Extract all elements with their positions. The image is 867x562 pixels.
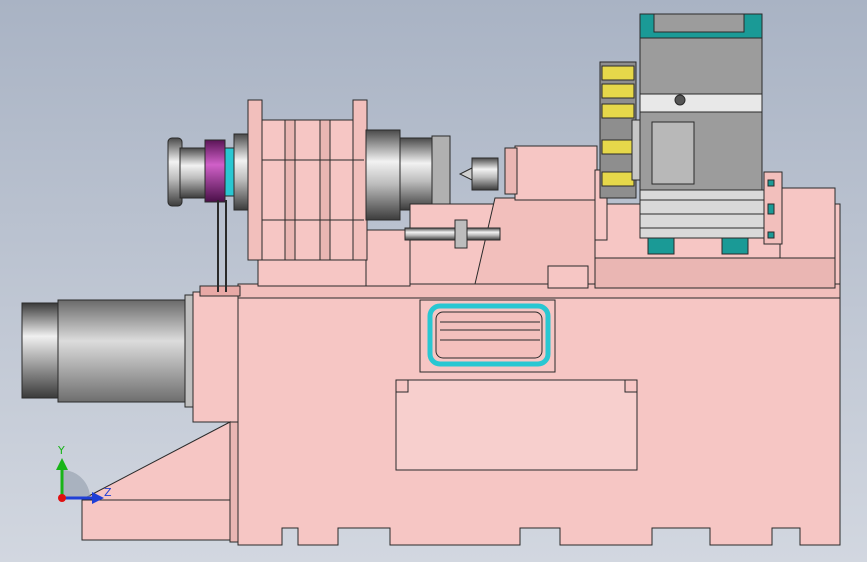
lathe-assembly-drawing: Y Z xyxy=(0,0,867,562)
z-axis-label: Z xyxy=(104,486,112,499)
machine-bed xyxy=(199,283,841,546)
triad-origin xyxy=(58,494,66,502)
cad-viewport[interactable]: Y Z xyxy=(0,0,867,562)
y-axis-label: Y xyxy=(57,444,65,457)
spindle-motor xyxy=(21,294,204,408)
